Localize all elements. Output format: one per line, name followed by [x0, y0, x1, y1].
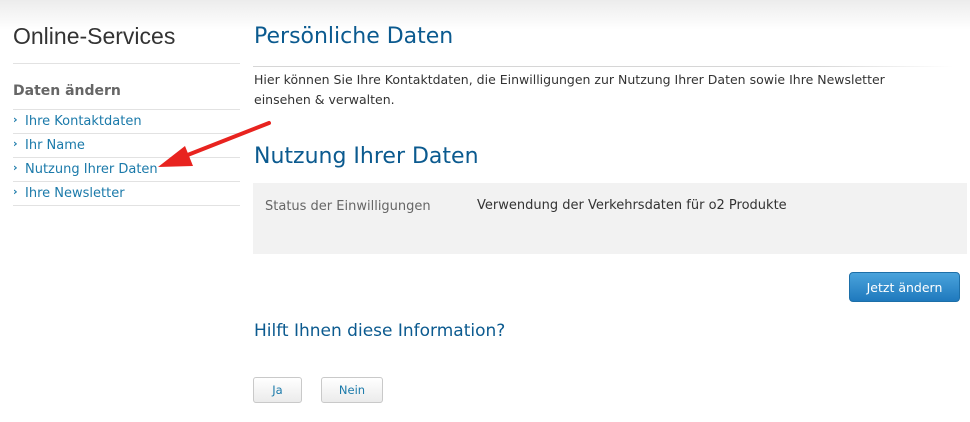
no-button[interactable]: Nein: [321, 377, 383, 403]
sidebar-subtitle: Daten ändern: [13, 83, 121, 99]
chevron-right-icon: ›: [13, 185, 18, 198]
feedback-question: Hilft Ihnen diese Information?: [254, 321, 506, 341]
status-label: Status der Einwilligungen: [265, 199, 431, 214]
yes-button[interactable]: Ja: [253, 377, 302, 403]
divider: [253, 66, 953, 67]
sidebar-item-label[interactable]: Ihre Kontaktdaten: [25, 114, 142, 129]
sidebar-item-label[interactable]: Ihre Newsletter: [25, 186, 125, 201]
chevron-right-icon: ›: [13, 113, 18, 126]
consent-status-panel: Status der Einwilligungen Verwendung der…: [253, 183, 967, 254]
sidebar-item-label[interactable]: Nutzung Ihrer Daten: [25, 162, 158, 177]
chevron-right-icon: ›: [13, 161, 18, 174]
sidebar-item-newsletter[interactable]: › Ihre Newsletter: [13, 182, 240, 206]
section-title: Nutzung Ihrer Daten: [254, 144, 479, 169]
page-title: Persönliche Daten: [254, 24, 454, 49]
change-button[interactable]: Jetzt ändern: [849, 272, 960, 302]
intro-text: Hier können Sie Ihre Kontaktdaten, die E…: [254, 72, 885, 107]
divider: [13, 63, 240, 64]
status-value: Verwendung der Verkehrsdaten für o2 Prod…: [477, 198, 787, 213]
sidebar-title: Online-Services: [13, 23, 176, 49]
chevron-right-icon: ›: [13, 137, 18, 150]
sidebar-item-label[interactable]: Ihr Name: [25, 138, 85, 153]
